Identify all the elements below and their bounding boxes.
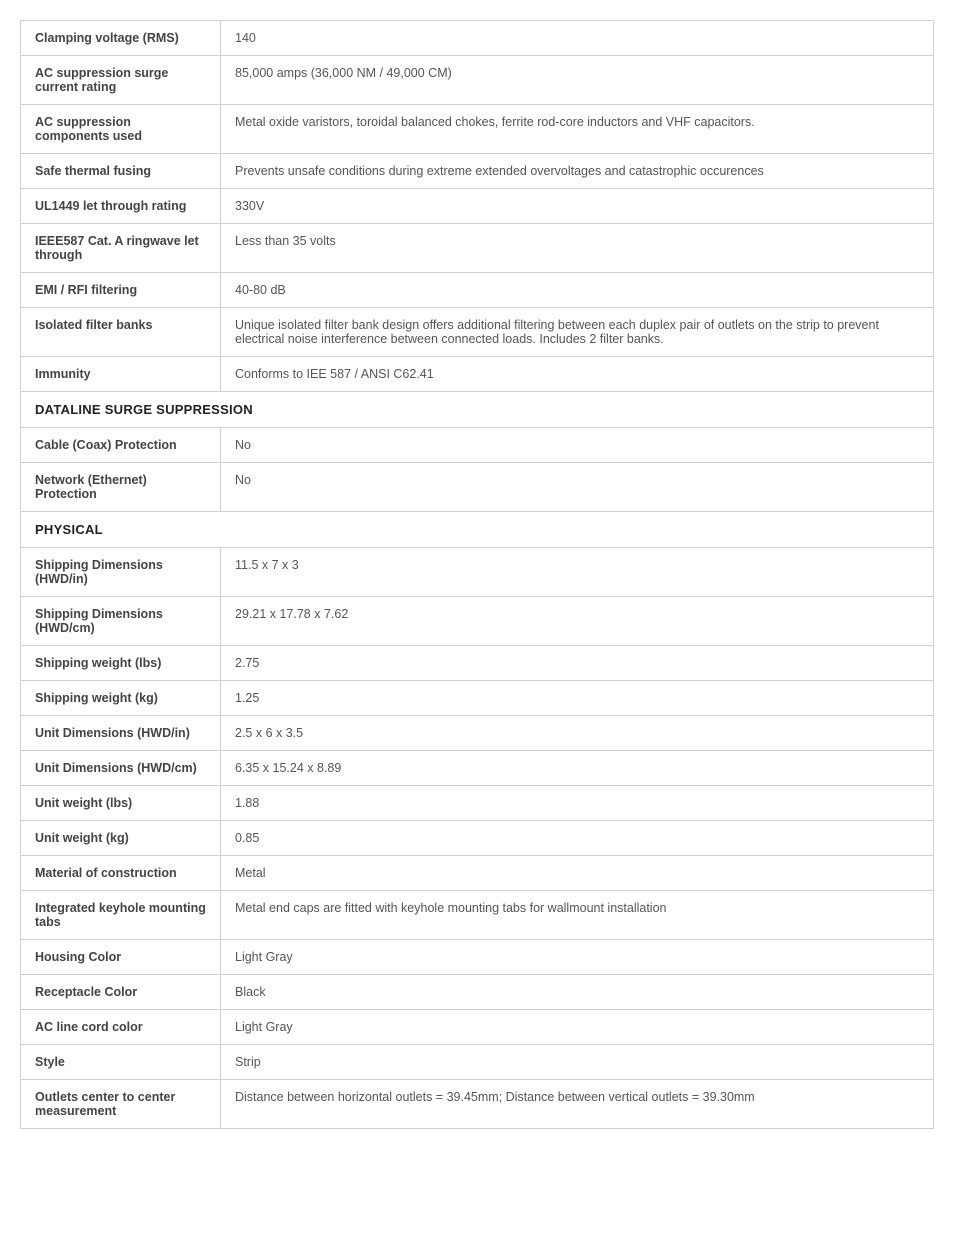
row-value: 11.5 x 7 x 3: [221, 548, 934, 597]
table-row: Unit Dimensions (HWD/cm)6.35 x 15.24 x 8…: [21, 751, 934, 786]
table-row: Cable (Coax) ProtectionNo: [21, 428, 934, 463]
row-value: Metal end caps are fitted with keyhole m…: [221, 891, 934, 940]
row-label: AC suppression components used: [21, 105, 221, 154]
row-label: Immunity: [21, 357, 221, 392]
table-row: IEEE587 Cat. A ringwave let throughLess …: [21, 224, 934, 273]
table-row: Shipping Dimensions (HWD/in)11.5 x 7 x 3: [21, 548, 934, 597]
row-value: 6.35 x 15.24 x 8.89: [221, 751, 934, 786]
row-label: Integrated keyhole mounting tabs: [21, 891, 221, 940]
row-label: Unit Dimensions (HWD/in): [21, 716, 221, 751]
row-label: EMI / RFI filtering: [21, 273, 221, 308]
row-value: 330V: [221, 189, 934, 224]
table-row: Outlets center to center measurementDist…: [21, 1080, 934, 1129]
row-value: Less than 35 volts: [221, 224, 934, 273]
row-label: Cable (Coax) Protection: [21, 428, 221, 463]
row-value: 85,000 amps (36,000 NM / 49,000 CM): [221, 56, 934, 105]
row-label: Safe thermal fusing: [21, 154, 221, 189]
table-row: StyleStrip: [21, 1045, 934, 1080]
row-value: 140: [221, 21, 934, 56]
row-value: 1.88: [221, 786, 934, 821]
row-label: Unit Dimensions (HWD/cm): [21, 751, 221, 786]
row-label: Network (Ethernet) Protection: [21, 463, 221, 512]
row-value: 2.5 x 6 x 3.5: [221, 716, 934, 751]
row-value: Metal oxide varistors, toroidal balanced…: [221, 105, 934, 154]
table-row: Housing ColorLight Gray: [21, 940, 934, 975]
row-label: AC suppression surge current rating: [21, 56, 221, 105]
row-label: IEEE587 Cat. A ringwave let through: [21, 224, 221, 273]
table-row: ImmunityConforms to IEE 587 / ANSI C62.4…: [21, 357, 934, 392]
row-label: Shipping weight (kg): [21, 681, 221, 716]
row-value: 0.85: [221, 821, 934, 856]
spec-table: Clamping voltage (RMS)140AC suppression …: [20, 20, 934, 1129]
table-row: Receptacle ColorBlack: [21, 975, 934, 1010]
row-value: Unique isolated filter bank design offer…: [221, 308, 934, 357]
row-value: Black: [221, 975, 934, 1010]
row-value: Distance between horizontal outlets = 39…: [221, 1080, 934, 1129]
table-row: AC suppression surge current rating85,00…: [21, 56, 934, 105]
row-value: 29.21 x 17.78 x 7.62: [221, 597, 934, 646]
table-row: Shipping Dimensions (HWD/cm)29.21 x 17.7…: [21, 597, 934, 646]
row-value: No: [221, 428, 934, 463]
row-value: Light Gray: [221, 1010, 934, 1045]
row-value: 1.25: [221, 681, 934, 716]
row-label: Unit weight (kg): [21, 821, 221, 856]
row-label: AC line cord color: [21, 1010, 221, 1045]
table-row: Unit weight (kg)0.85: [21, 821, 934, 856]
row-value: Light Gray: [221, 940, 934, 975]
table-row: Material of constructionMetal: [21, 856, 934, 891]
row-label: Outlets center to center measurement: [21, 1080, 221, 1129]
table-row: Clamping voltage (RMS)140: [21, 21, 934, 56]
row-label: Shipping weight (lbs): [21, 646, 221, 681]
table-row: Network (Ethernet) ProtectionNo: [21, 463, 934, 512]
section-header: PHYSICAL: [21, 512, 934, 548]
table-row: Shipping weight (kg)1.25: [21, 681, 934, 716]
row-label: Receptacle Color: [21, 975, 221, 1010]
section-header-label: DATALINE SURGE SUPPRESSION: [21, 392, 934, 428]
row-value: Strip: [221, 1045, 934, 1080]
table-row: EMI / RFI filtering40-80 dB: [21, 273, 934, 308]
table-row: Safe thermal fusingPrevents unsafe condi…: [21, 154, 934, 189]
row-value: Metal: [221, 856, 934, 891]
table-row: Shipping weight (lbs)2.75: [21, 646, 934, 681]
row-label: Shipping Dimensions (HWD/cm): [21, 597, 221, 646]
table-row: UL1449 let through rating330V: [21, 189, 934, 224]
row-label: Style: [21, 1045, 221, 1080]
row-label: UL1449 let through rating: [21, 189, 221, 224]
row-value: Prevents unsafe conditions during extrem…: [221, 154, 934, 189]
row-label: Clamping voltage (RMS): [21, 21, 221, 56]
row-value: 40-80 dB: [221, 273, 934, 308]
table-row: AC suppression components usedMetal oxid…: [21, 105, 934, 154]
table-row: AC line cord colorLight Gray: [21, 1010, 934, 1045]
row-label: Shipping Dimensions (HWD/in): [21, 548, 221, 597]
row-label: Isolated filter banks: [21, 308, 221, 357]
table-row: Integrated keyhole mounting tabsMetal en…: [21, 891, 934, 940]
row-label: Material of construction: [21, 856, 221, 891]
row-value: 2.75: [221, 646, 934, 681]
row-value: Conforms to IEE 587 / ANSI C62.41: [221, 357, 934, 392]
table-row: Unit Dimensions (HWD/in)2.5 x 6 x 3.5: [21, 716, 934, 751]
row-label: Unit weight (lbs): [21, 786, 221, 821]
table-row: Unit weight (lbs)1.88: [21, 786, 934, 821]
row-label: Housing Color: [21, 940, 221, 975]
row-value: No: [221, 463, 934, 512]
table-row: Isolated filter banksUnique isolated fil…: [21, 308, 934, 357]
section-header-label: PHYSICAL: [21, 512, 934, 548]
section-header: DATALINE SURGE SUPPRESSION: [21, 392, 934, 428]
